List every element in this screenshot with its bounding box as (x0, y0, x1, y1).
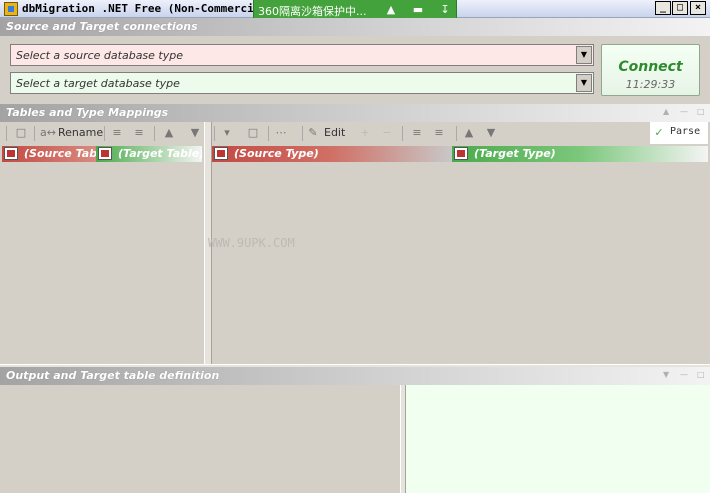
restore-icon[interactable]: □ (697, 370, 705, 379)
column-source-type[interactable]: (Source Type) (212, 146, 452, 162)
column-target-table-label: (Target Table) (118, 147, 202, 160)
pin-icon[interactable]: ▼ (663, 370, 669, 379)
rename-button[interactable]: Rename (58, 126, 103, 139)
minimize-button[interactable]: _ (655, 1, 671, 15)
target-db-select[interactable]: Select a target database type ▼ (10, 72, 594, 94)
output-log[interactable] (2, 385, 400, 493)
move-up-icon[interactable]: ▲ (462, 126, 476, 139)
edit-icon[interactable]: ✎ (306, 126, 320, 139)
toolbar-grip (214, 126, 215, 141)
outdent-icon[interactable]: ≡ (132, 126, 146, 139)
minimize-icon[interactable]: — (680, 370, 688, 379)
column-target-type[interactable]: (Target Type) (452, 146, 708, 162)
connections-header: Source and Target connections (0, 18, 710, 36)
connect-button[interactable]: Connect 11:29:33 (601, 44, 700, 96)
overflow-icon[interactable]: ▼ (188, 126, 202, 139)
indent-icon[interactable]: ≡ (110, 126, 124, 139)
toolbar-separator (268, 126, 269, 141)
chevron-down-icon[interactable]: ▼ (576, 74, 592, 92)
column-target-type-label: (Target Type) (474, 147, 556, 160)
rocket-icon[interactable]: ▲ (382, 3, 400, 17)
toolbar-separator (104, 126, 105, 141)
type-icon (214, 147, 228, 160)
new-icon[interactable]: □ (246, 126, 260, 139)
edit-button[interactable]: Edit (324, 126, 345, 139)
mappings-header: Tables and Type Mappings ▲ — □ (0, 104, 710, 122)
parse-button[interactable]: ✓ Parse (650, 122, 708, 144)
output-title: Output and Target table definition (6, 369, 220, 382)
types-list[interactable] (212, 162, 708, 364)
types-toolbar: ▾ □ ⋯ ✎ Edit + − ≡ ≡ ▲ ▼ ✓ Parse (212, 122, 708, 144)
column-source-table-label: (Source Table) (24, 147, 96, 160)
toolbar-separator (154, 126, 155, 141)
column-source-type-label: (Source Type) (234, 147, 319, 160)
connect-time: 11:29:33 (625, 78, 676, 91)
folder-icon[interactable]: ▬ (409, 3, 427, 17)
title-bar[interactable]: dbMigration .NET Free (Non-Commercial us… (0, 0, 710, 21)
chevron-down-icon[interactable]: ▼ (576, 46, 592, 64)
outdent-icon[interactable]: ≡ (432, 126, 446, 139)
indent-icon[interactable]: ≡ (410, 126, 424, 139)
minimize-icon[interactable]: — (680, 107, 688, 116)
source-db-value: Select a source database type (16, 49, 184, 62)
pin-icon[interactable]: ↧ (436, 3, 454, 17)
tables-list[interactable] (2, 162, 204, 364)
move-down-icon[interactable]: ▼ (484, 126, 498, 139)
maximize-button[interactable]: □ (672, 1, 688, 15)
mappings-title: Tables and Type Mappings (6, 106, 169, 119)
output-header: Output and Target table definition ▼ — □ (0, 367, 710, 385)
move-up-icon[interactable]: ▲ (162, 126, 176, 139)
toolbar-separator (402, 126, 403, 141)
rename-icon[interactable]: a↔ (40, 126, 56, 139)
target-definition[interactable] (406, 385, 710, 493)
connections-title: Source and Target connections (6, 20, 198, 33)
pin-icon[interactable]: ▲ (663, 107, 669, 116)
sandbox-text: 360隔离沙箱保护中... (258, 5, 367, 18)
filter-icon[interactable]: ▾ (220, 126, 234, 139)
toolbar-grip (6, 126, 7, 141)
tables-toolbar: □ a↔ Rename ≡ ≡ ▲ ▼ (2, 122, 204, 144)
toolbar-separator (302, 126, 303, 141)
type-icon (454, 147, 468, 160)
column-source-table[interactable]: (Source Table) (2, 146, 96, 162)
window-title: dbMigration .NET Free (Non-Commercial us… (22, 2, 254, 15)
watermark: WWW.9UPK.COM (208, 236, 295, 250)
source-db-select[interactable]: Select a source database type ▼ (10, 44, 594, 66)
table-icon (4, 147, 18, 160)
connect-label: Connect (618, 59, 683, 75)
restore-icon[interactable]: □ (697, 107, 705, 116)
table-icon (98, 147, 112, 160)
toolbar-separator (456, 126, 457, 141)
parse-label: Parse (670, 126, 701, 137)
app-icon (4, 2, 18, 16)
target-db-value: Select a target database type (16, 77, 180, 90)
tree-icon[interactable]: ⋯ (274, 126, 288, 139)
remove-icon[interactable]: − (380, 126, 394, 139)
close-button[interactable]: × (690, 1, 706, 15)
toolbar-separator (34, 126, 35, 141)
column-target-table[interactable]: (Target Table) (96, 146, 202, 162)
check-icon: ✓ (654, 126, 664, 139)
app-window: dbMigration .NET Free (Non-Commercial us… (0, 0, 710, 493)
new-icon[interactable]: □ (14, 126, 28, 139)
add-icon[interactable]: + (358, 126, 372, 139)
